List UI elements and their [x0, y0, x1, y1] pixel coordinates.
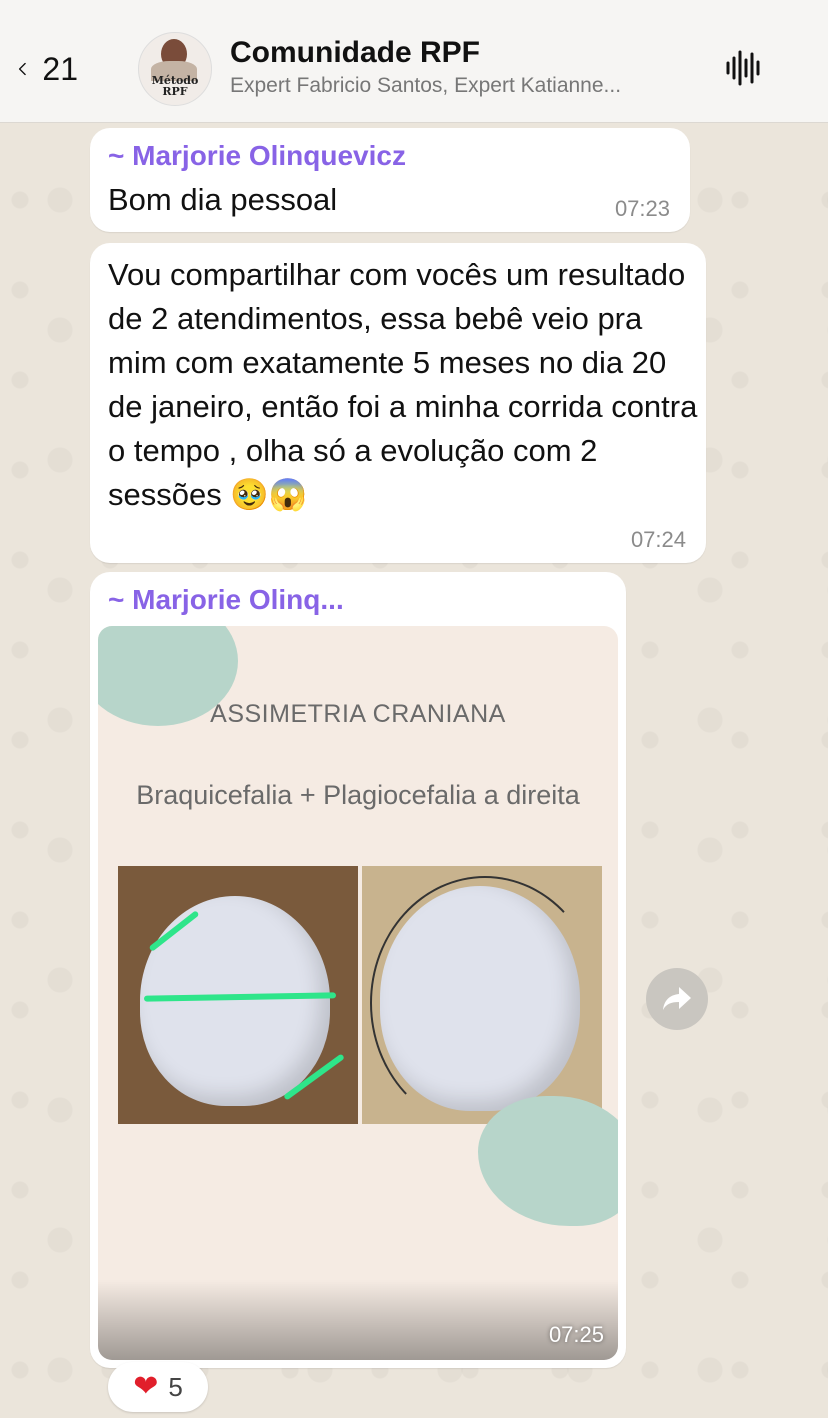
message-text: Vou compartilhar com vocês um resultado … [108, 257, 698, 512]
message-time: 07:25 [548, 1322, 604, 1347]
heart-icon: ❤ [133, 1370, 159, 1403]
unread-count: 21 [42, 50, 78, 87]
group-participants[interactable]: Expert Fabricio Santos, Expert Katianne.… [230, 74, 700, 98]
image-shade [98, 1280, 618, 1360]
reaction-count: 5 [168, 1371, 183, 1402]
image-heading: ASSIMETRIA CRANIANA [210, 700, 506, 728]
message-time: 07:23 [614, 196, 670, 221]
decorative-blob [478, 1096, 618, 1226]
message-text: Bom dia pessoal [108, 182, 338, 217]
message-time: 07:24 [630, 527, 686, 552]
message-bubble[interactable]: ~ Marjorie Olinquevicz Bom dia pessoal 0… [90, 128, 690, 232]
forward-button[interactable] [646, 968, 708, 1030]
chevron-left-icon [18, 62, 26, 76]
waveform-icon[interactable] [724, 48, 764, 88]
chat-header: 21 Método RPF Comunidade RPF Expert Fabr… [0, 0, 828, 123]
group-avatar[interactable]: Método RPF [138, 32, 212, 106]
after-photo [362, 866, 602, 1124]
before-photo [118, 866, 358, 1124]
message-sender[interactable]: ~ Marjorie Olinquevicz [108, 140, 406, 172]
forward-arrow-icon [663, 987, 691, 1010]
image-subheading: Braquicefalia + Plagiocefalia a direita [136, 780, 580, 810]
message-bubble[interactable]: Vou compartilhar com vocês um resultado … [90, 243, 706, 563]
group-name[interactable]: Comunidade RPF [230, 36, 480, 70]
baby-head [380, 886, 580, 1111]
image-message-bubble[interactable]: ~ Marjorie Olinq... ASSIMETRIA CRANIANA … [90, 572, 626, 1368]
back-button[interactable]: 21 [18, 44, 78, 94]
avatar-logo: Método RPF [139, 75, 211, 97]
message-sender[interactable]: ~ Marjorie Olinq... [108, 584, 344, 616]
message-image[interactable]: ASSIMETRIA CRANIANA Braquicefalia + Plag… [98, 626, 618, 1360]
avatar-logo-line2: RPF [162, 85, 188, 98]
reaction-badge[interactable]: ❤ 5 [108, 1362, 208, 1412]
